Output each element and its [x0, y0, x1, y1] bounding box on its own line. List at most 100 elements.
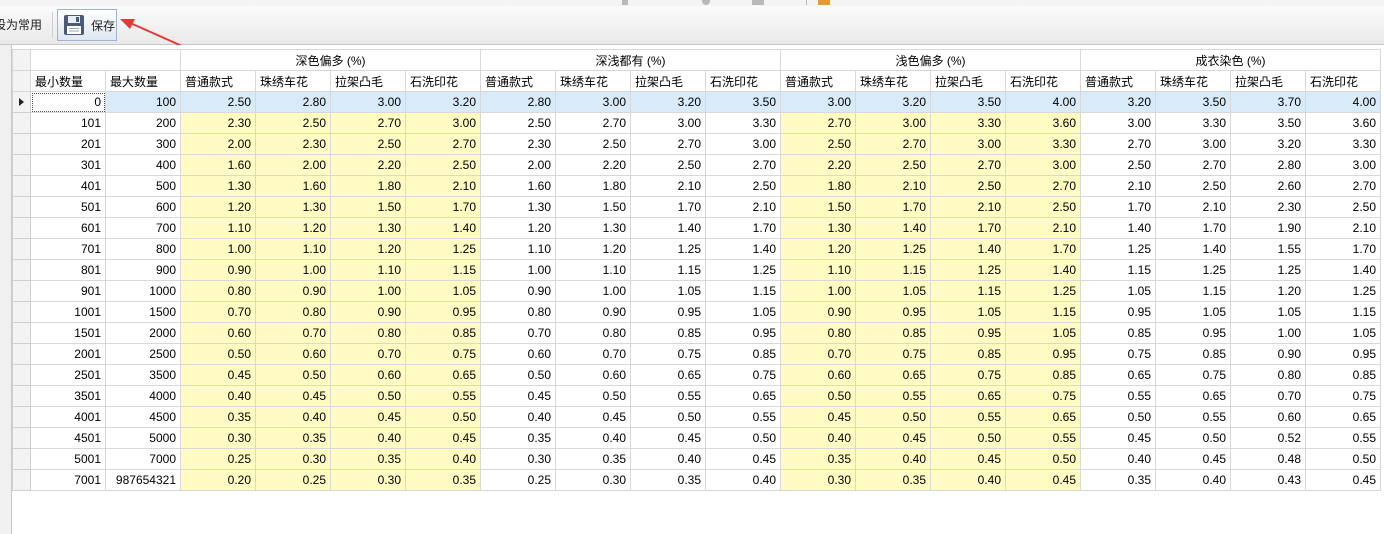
grid-cell[interactable]: 0.85	[855, 322, 931, 344]
grid-cell[interactable]: 0.75	[630, 343, 706, 365]
grid-cell[interactable]: 0.85	[630, 322, 706, 344]
grid-cell[interactable]: 101	[30, 112, 106, 134]
grid-cell[interactable]: 2.00	[480, 154, 556, 176]
grid-cell[interactable]: 2001	[30, 343, 106, 365]
grid-cell[interactable]: 0.55	[1305, 427, 1381, 449]
grid-cell[interactable]: 0.45	[1005, 469, 1081, 491]
grid-cell[interactable]: 2.20	[555, 154, 631, 176]
grid-cell[interactable]: 3.30	[1305, 133, 1381, 155]
grid-cell[interactable]: 3.30	[930, 112, 1006, 134]
grid-cell[interactable]: 0.75	[1305, 385, 1381, 407]
grid-cell[interactable]: 0.25	[255, 469, 331, 491]
grid-cell[interactable]: 0.50	[480, 364, 556, 386]
grid-cell[interactable]: 1500	[105, 301, 181, 323]
grid-cell[interactable]: 2500	[105, 343, 181, 365]
grid-cell[interactable]: 3.20	[405, 91, 481, 113]
grid-cell[interactable]: 3.50	[1155, 91, 1231, 113]
grid-cell[interactable]: 0.85	[705, 343, 781, 365]
grid-cell[interactable]: 1.70	[1080, 196, 1156, 218]
grid-cell[interactable]: 1.15	[630, 259, 706, 281]
grid-cell[interactable]: 1.05	[1305, 322, 1381, 344]
grid-cell[interactable]: 1.10	[480, 238, 556, 260]
grid-cell[interactable]: 0.85	[1005, 364, 1081, 386]
grid-cell[interactable]: 3.20	[1230, 133, 1306, 155]
grid-cell[interactable]: 1.05	[630, 280, 706, 302]
column-header[interactable]: 拉架凸毛	[930, 70, 1006, 92]
grid-cell[interactable]: 0.50	[555, 385, 631, 407]
grid-cell[interactable]: 2.10	[630, 175, 706, 197]
grid-cell[interactable]: 0.55	[1005, 427, 1081, 449]
grid-cell[interactable]: 3.30	[1005, 133, 1081, 155]
grid-cell[interactable]: 4501	[30, 427, 106, 449]
grid-cell[interactable]: 0.90	[555, 301, 631, 323]
table-row[interactable]: 501 600 1.20 1.30 1.50 1.70 1.30 1.50 1.70 2.10 1.…	[12, 196, 1381, 218]
grid-cell[interactable]: 2.50	[705, 175, 781, 197]
grid-cell[interactable]: 0.95	[630, 301, 706, 323]
grid-cell[interactable]: 0.43	[1230, 469, 1306, 491]
grid-cell[interactable]: 2.20	[780, 154, 856, 176]
grid-cell[interactable]: 0.80	[330, 322, 406, 344]
grid-cell[interactable]: 3.50	[705, 91, 781, 113]
grid-cell[interactable]: 0.70	[255, 322, 331, 344]
grid-cell[interactable]: 1.20	[1230, 280, 1306, 302]
table-row[interactable]: 401 500 1.30 1.60 1.80 2.10 1.60 1.80 2.10 2.50 1.…	[12, 175, 1381, 197]
grid-cell[interactable]: 0.65	[405, 364, 481, 386]
grid-cell[interactable]: 2.70	[1005, 175, 1081, 197]
grid-cell[interactable]: 1.25	[1230, 259, 1306, 281]
grid-cell[interactable]: 0.70	[330, 343, 406, 365]
grid-cell[interactable]: 1.15	[705, 280, 781, 302]
grid-cell[interactable]: 0.40	[780, 427, 856, 449]
grid-cell[interactable]: 0.50	[1080, 406, 1156, 428]
grid-cell[interactable]: 1.00	[480, 259, 556, 281]
grid-cell[interactable]: 0.60	[555, 364, 631, 386]
grid-cell[interactable]: 0.75	[705, 364, 781, 386]
grid-cell[interactable]: 1.25	[1155, 259, 1231, 281]
column-header[interactable]: 普通款式	[1080, 70, 1156, 92]
grid-cell[interactable]: 0.35	[405, 469, 481, 491]
grid-cell[interactable]: 3.50	[1230, 112, 1306, 134]
grid-cell[interactable]: 0.45	[480, 385, 556, 407]
grid-cell[interactable]: 0.90	[255, 280, 331, 302]
grid-cell[interactable]: 0.60	[1230, 406, 1306, 428]
grid-cell[interactable]: 2.70	[330, 112, 406, 134]
grid-cell[interactable]: 0.40	[405, 448, 481, 470]
grid-cell[interactable]: 1.40	[930, 238, 1006, 260]
grid-cell[interactable]: 900	[105, 259, 181, 281]
grid-cell[interactable]: 501	[30, 196, 106, 218]
grid-cell[interactable]: 3.00	[330, 91, 406, 113]
grid-cell[interactable]: 1.00	[180, 238, 256, 260]
grid-cell[interactable]: 0.30	[330, 469, 406, 491]
column-header[interactable]: 石洗印花	[1305, 70, 1381, 92]
grid-cell[interactable]: 3.20	[1080, 91, 1156, 113]
grid-cell[interactable]: 1.30	[330, 217, 406, 239]
grid-cell[interactable]: 2.10	[855, 175, 931, 197]
grid-cell[interactable]: 1.25	[1080, 238, 1156, 260]
grid-cell[interactable]: 0.35	[330, 448, 406, 470]
grid-cell[interactable]: 0.30	[780, 469, 856, 491]
grid-cell[interactable]: 0.95	[1305, 343, 1381, 365]
row-indicator[interactable]	[12, 448, 31, 470]
grid-cell[interactable]: 0.55	[930, 406, 1006, 428]
grid-cell[interactable]: 1000	[105, 280, 181, 302]
row-indicator[interactable]	[12, 133, 31, 155]
grid-cell[interactable]: 2.50	[480, 112, 556, 134]
grid-cell[interactable]: 3.00	[930, 133, 1006, 155]
grid-cell[interactable]: 2.70	[1080, 133, 1156, 155]
grid-cell[interactable]: 1.00	[255, 259, 331, 281]
table-row[interactable]: 4501 5000 0.30 0.35 0.40 0.45 0.35 0.40 0.45 0.50…	[12, 427, 1381, 449]
grid-cell[interactable]: 1.20	[180, 196, 256, 218]
grid-cell[interactable]: 1.40	[405, 217, 481, 239]
grid-cell[interactable]: 0.90	[1230, 343, 1306, 365]
grid-cell[interactable]: 600	[105, 196, 181, 218]
grid-cell[interactable]: 2.70	[555, 112, 631, 134]
grid-cell[interactable]: 2.70	[630, 133, 706, 155]
grid-cell[interactable]: 2.70	[780, 112, 856, 134]
grid-cell[interactable]: 1.40	[630, 217, 706, 239]
grid-cell[interactable]: 1.70	[1305, 238, 1381, 260]
table-row[interactable]: 101 200 2.30 2.50 2.70 3.00 2.50 2.70 3.00 3.30 2.…	[12, 112, 1381, 134]
grid-cell[interactable]: 0.35	[180, 406, 256, 428]
grid-cell[interactable]: 1.80	[555, 175, 631, 197]
row-indicator[interactable]	[12, 280, 31, 302]
column-header[interactable]: 普通款式	[180, 70, 256, 92]
grid-cell[interactable]: 2.70	[1155, 154, 1231, 176]
